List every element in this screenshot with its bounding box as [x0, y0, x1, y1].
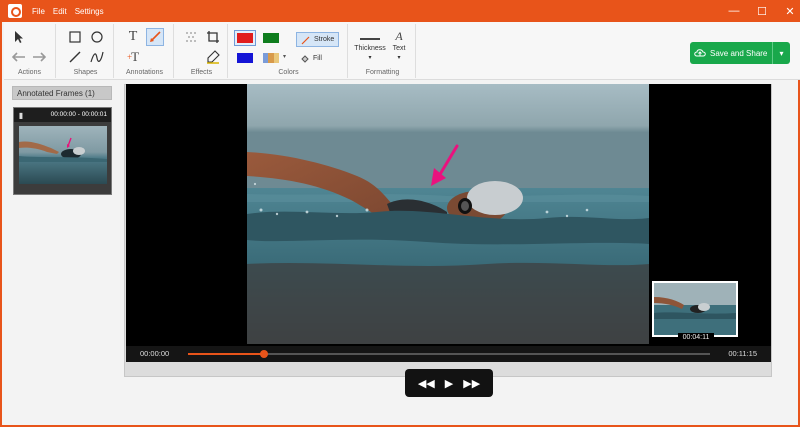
- webcam-timestamp: 00:04:11: [678, 333, 714, 343]
- ribbon-toolbar: Actions Shapes T + T Annotations Effects…: [4, 22, 800, 80]
- annotated-frame-card[interactable]: ▮ 00:00:00 - 00:00:01: [13, 107, 112, 195]
- stroke-icon: [301, 36, 310, 44]
- video-frame-image[interactable]: [247, 84, 649, 344]
- cloud-upload-icon: [690, 48, 710, 58]
- group-label-shapes: Shapes: [73, 69, 98, 76]
- frame-time-range: 00:00:00 - 00:00:01: [50, 111, 107, 118]
- seek-handle[interactable]: [260, 350, 269, 358]
- save-and-share-label: Save and Share: [710, 48, 768, 58]
- title-bar: File Edit Settings — ☐ ✕: [2, 0, 800, 22]
- seek-track[interactable]: [188, 350, 710, 358]
- group-colors: ▾ Stroke Fill Colors: [230, 24, 348, 78]
- freehand-icon[interactable]: [88, 48, 106, 66]
- color-dropdown-icon[interactable]: ▾: [283, 53, 286, 60]
- app-logo: [8, 4, 22, 18]
- group-label-effects: Effects: [190, 69, 213, 76]
- frame-thumbnail[interactable]: [19, 126, 107, 184]
- trash-icon[interactable]: ▮: [14, 111, 28, 120]
- seek-progress-fill: [188, 353, 265, 355]
- group-label-colors: Colors: [278, 69, 299, 76]
- blur-icon[interactable]: [182, 28, 200, 46]
- color-blue-swatch[interactable]: [234, 50, 256, 66]
- minimize-button[interactable]: —: [728, 5, 740, 17]
- menu-file[interactable]: File: [32, 7, 45, 16]
- font-icon[interactable]: A: [390, 27, 408, 45]
- fill-mode-button[interactable]: Fill: [296, 51, 326, 66]
- group-annotations: T + T Annotations: [116, 24, 174, 78]
- color-green-swatch[interactable]: [260, 30, 282, 46]
- group-actions: Actions: [4, 24, 56, 78]
- app-window: File Edit Settings — ☐ ✕ Actions Shapes …: [0, 0, 800, 427]
- rectangle-icon[interactable]: [66, 28, 84, 46]
- arrow-tool-icon[interactable]: [146, 28, 164, 46]
- window-controls: — ☐ ✕: [728, 0, 796, 22]
- color-red-swatch[interactable]: [234, 30, 256, 46]
- total-duration: 00:11:15: [728, 349, 757, 358]
- group-label-annotations: Annotations: [126, 69, 163, 76]
- stroke-label: Stroke: [314, 36, 335, 43]
- fill-label: Fill: [313, 55, 322, 62]
- annotated-frames-panel: Annotated Frames (1) ▮ 00:00:00 - 00:00:…: [12, 86, 114, 396]
- maximize-button[interactable]: ☐: [756, 5, 768, 18]
- save-and-share-button[interactable]: Save and Share ▾: [690, 42, 790, 64]
- close-button[interactable]: ✕: [784, 5, 796, 18]
- annotated-frames-header: Annotated Frames (1): [12, 86, 112, 100]
- play-icon[interactable]: ▶: [445, 377, 453, 390]
- line-icon[interactable]: [66, 48, 84, 66]
- fill-icon: [301, 54, 309, 63]
- rewind-icon[interactable]: ◀◀: [418, 377, 435, 390]
- text-dropdown-icon[interactable]: ▾: [386, 54, 412, 61]
- fast-forward-icon[interactable]: ▶▶: [463, 377, 480, 390]
- select-pointer-icon[interactable]: [10, 28, 28, 46]
- webcam-overlay[interactable]: [652, 281, 738, 337]
- frame-card-bar: ▮ 00:00:00 - 00:00:01: [14, 108, 111, 122]
- thickness-icon[interactable]: [360, 38, 380, 40]
- text-format-label[interactable]: Text: [386, 45, 412, 52]
- text-style-icon[interactable]: + T: [124, 48, 142, 66]
- crop-icon[interactable]: [204, 28, 222, 46]
- thickness-label[interactable]: Thickness: [352, 45, 388, 52]
- highlighter-icon[interactable]: [204, 48, 222, 66]
- thickness-dropdown-icon[interactable]: ▾: [352, 54, 388, 61]
- menu-bar: File Edit Settings: [32, 0, 104, 22]
- group-label-actions: Actions: [18, 69, 41, 76]
- group-formatting: Thickness ▾ A Text ▾ Formatting: [350, 24, 416, 78]
- color-picker-swatch[interactable]: [260, 50, 282, 66]
- group-effects: Effects: [176, 24, 228, 78]
- ellipse-icon[interactable]: [88, 28, 106, 46]
- stroke-mode-button[interactable]: Stroke: [296, 32, 340, 47]
- redo-icon[interactable]: [30, 48, 48, 66]
- seek-bar: 00:00:00 00:11:15: [126, 346, 771, 362]
- save-dropdown-chevron-icon[interactable]: ▾: [772, 42, 790, 64]
- text-tool-icon[interactable]: T: [124, 28, 142, 46]
- undo-icon[interactable]: [10, 48, 28, 66]
- current-time: 00:00:00: [140, 349, 170, 358]
- group-shapes: Shapes: [58, 24, 114, 78]
- menu-settings[interactable]: Settings: [75, 7, 104, 16]
- group-label-formatting: Formatting: [365, 69, 400, 76]
- playback-controls: ◀◀ ▶ ▶▶: [405, 369, 493, 397]
- menu-edit[interactable]: Edit: [53, 7, 67, 16]
